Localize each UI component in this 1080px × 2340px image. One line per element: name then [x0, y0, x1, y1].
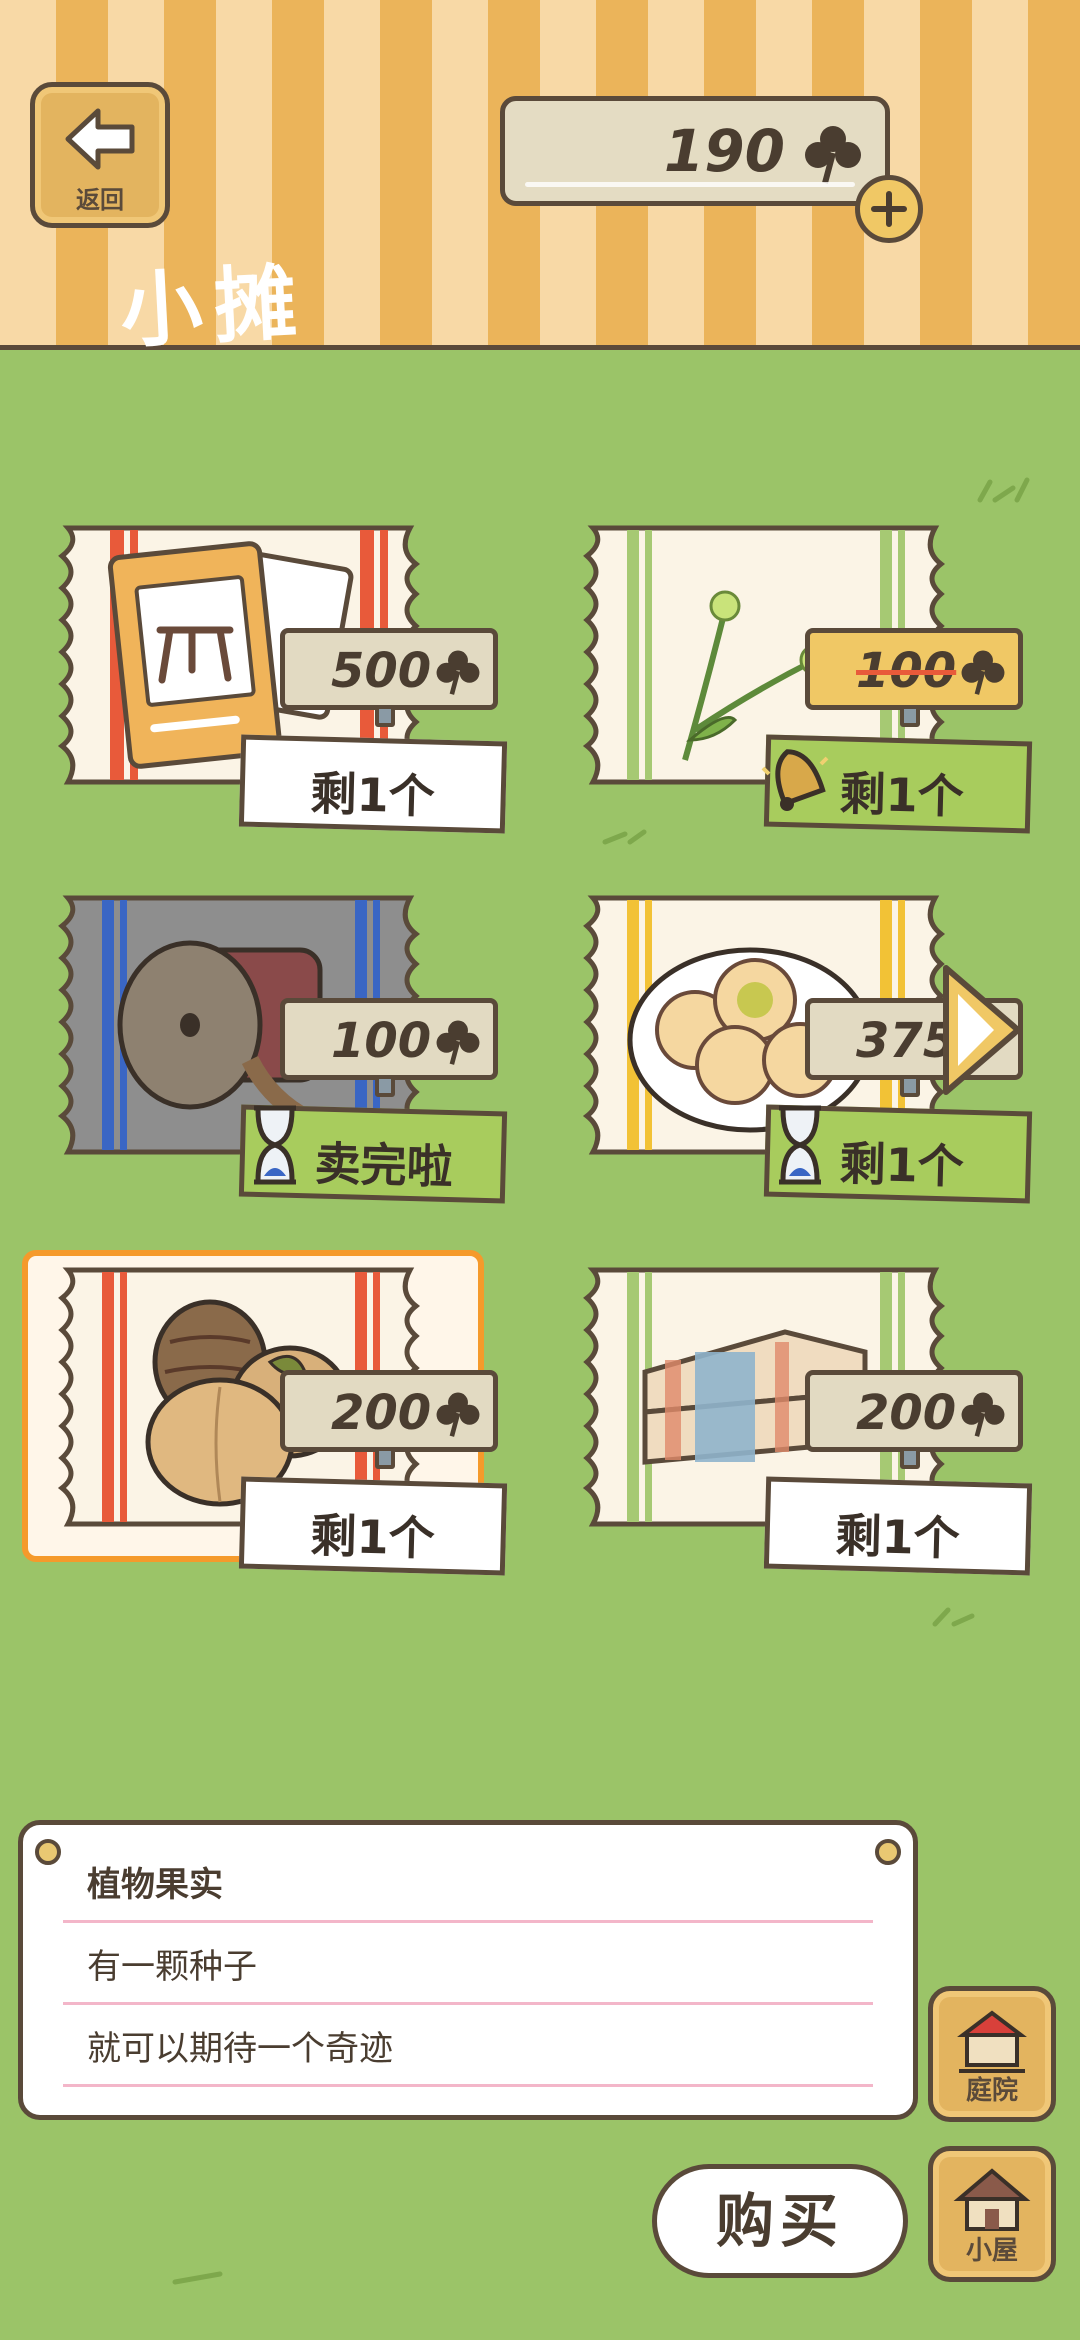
plus-icon: [871, 191, 907, 227]
shop-item-radish-wheel[interactable]: 100 卖完啦: [40, 890, 520, 1220]
clover-icon: [436, 1392, 480, 1437]
bell-icon: [761, 749, 829, 811]
house-button[interactable]: 小屋: [928, 2146, 1056, 2282]
tag-peg: [375, 1075, 395, 1097]
clover-icon: [436, 1020, 480, 1065]
price-tag: 200: [805, 1370, 1023, 1469]
back-label: 返回: [76, 186, 124, 214]
back-arrow-icon: [65, 108, 135, 170]
stock-label: 剩1个: [238, 734, 508, 834]
yard-button[interactable]: 庭院: [928, 1986, 1056, 2122]
price-value: 200: [856, 1385, 957, 1441]
clover-icon: [961, 1392, 1005, 1437]
item-description-panel: 植物果实 有一颗种子 就可以期待一个奇迹: [18, 1820, 918, 2120]
clover-balance: 190: [500, 96, 890, 206]
add-clover-button[interactable]: [855, 175, 923, 243]
shop-item-pinecone-fruit[interactable]: 200 剩1个: [22, 1250, 520, 1592]
stock-text: 卖完啦: [314, 1136, 454, 1195]
stock-text: 剩1个: [839, 766, 965, 824]
panel-pin: [875, 1839, 901, 1865]
grass-tuft: [977, 477, 1030, 503]
shop-item-cushion[interactable]: 200 剩1个: [565, 1262, 1045, 1592]
price-value: 100: [331, 1013, 432, 1069]
hourglass-icon: [779, 1105, 821, 1185]
price-tag: 200: [280, 1370, 498, 1469]
price-value: 100: [856, 643, 957, 699]
price-tag: 500: [280, 628, 498, 727]
hourglass-icon: [254, 1105, 296, 1185]
tag-peg: [900, 1447, 920, 1469]
item-description-line: 就可以期待一个奇迹: [63, 2009, 873, 2087]
tag-peg: [375, 705, 395, 727]
buy-button[interactable]: 购买: [652, 2164, 908, 2278]
shop-awning: 返回 小摊 190: [0, 0, 1080, 360]
house-icon: [953, 2168, 1031, 2231]
house-label: 小屋: [965, 2236, 1018, 2266]
stock-text: 剩1个: [835, 1508, 961, 1566]
stock-label: 剩1个: [238, 1476, 508, 1576]
stock-text: 剩1个: [839, 1136, 965, 1194]
panel-pin: [35, 1839, 61, 1865]
stock-text: 剩1个: [310, 766, 436, 824]
clover-amount: 190: [663, 117, 785, 185]
price-value: 500: [331, 643, 432, 699]
clover-icon: [961, 650, 1005, 695]
clover-icon: [805, 126, 861, 184]
back-button[interactable]: 返回: [30, 82, 170, 228]
yard-label: 庭院: [965, 2076, 1018, 2106]
shop-item-table-card[interactable]: 500 剩1个: [40, 520, 520, 850]
tag-peg: [900, 705, 920, 727]
price-value: 200: [331, 1385, 432, 1441]
item-description-line: 有一颗种子: [63, 1927, 873, 2005]
next-page-arrow-icon[interactable]: [932, 960, 1028, 1100]
grass-tuft: [932, 1607, 975, 1627]
clover-icon: [436, 650, 480, 695]
price-tag: 100: [805, 628, 1023, 727]
item-name: 植物果实: [63, 1845, 873, 1923]
price-tag: 100: [280, 998, 498, 1097]
balance-shine: [525, 182, 855, 187]
shop-item-dandelion[interactable]: 100 剩1个: [565, 520, 1045, 850]
tag-peg: [375, 1447, 395, 1469]
grass-tuft: [172, 2271, 223, 2285]
stock-label: 剩1个: [763, 1476, 1033, 1576]
tag-peg: [900, 1075, 920, 1097]
stock-text: 剩1个: [310, 1508, 436, 1566]
yard-icon: [957, 2010, 1027, 2073]
page-title: 小摊: [118, 255, 311, 360]
